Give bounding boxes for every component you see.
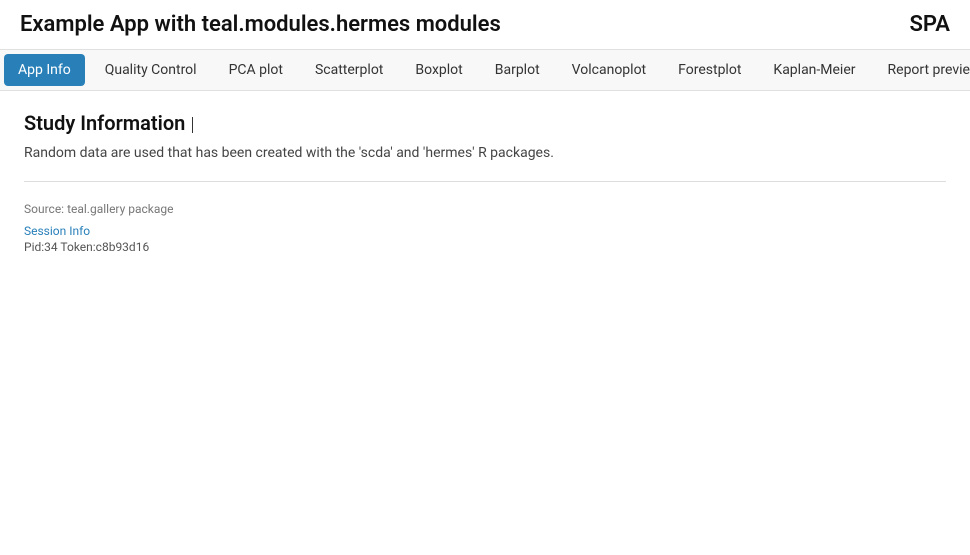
tab-quality-control[interactable]: Quality Control (89, 52, 213, 88)
divider (24, 181, 946, 182)
tab-volcanoplot[interactable]: Volcanoplot (556, 52, 662, 88)
navbar: App Info Quality Control PCA plot Scatte… (0, 50, 970, 91)
study-info-title: Study Information (24, 111, 946, 135)
header: Example App with teal.modules.hermes mod… (0, 0, 970, 50)
session-info-detail: Pid:34 Token:c8b93d16 (24, 240, 946, 254)
text-cursor (192, 117, 193, 133)
source-label: Source: teal.gallery package (24, 202, 946, 216)
session-info-label[interactable]: Session Info (24, 224, 946, 238)
tab-scatterplot[interactable]: Scatterplot (299, 52, 399, 88)
study-info-description: Random data are used that has been creat… (24, 145, 946, 161)
tab-kaplan-meier[interactable]: Kaplan-Meier (757, 52, 871, 88)
nav-tabs: App Info Quality Control PCA plot Scatte… (0, 50, 970, 90)
tab-report-previewer[interactable]: Report previewer (872, 52, 970, 88)
app-title: Example App with teal.modules.hermes mod… (20, 12, 501, 37)
spa-label: SPA (909, 12, 950, 37)
main-content: Study Information Random data are used t… (0, 91, 970, 274)
tab-boxplot[interactable]: Boxplot (399, 52, 478, 88)
tab-pca-plot[interactable]: PCA plot (213, 52, 299, 88)
tab-barplot[interactable]: Barplot (479, 52, 556, 88)
tab-forestplot[interactable]: Forestplot (662, 52, 757, 88)
tab-app-info[interactable]: App Info (4, 54, 85, 86)
